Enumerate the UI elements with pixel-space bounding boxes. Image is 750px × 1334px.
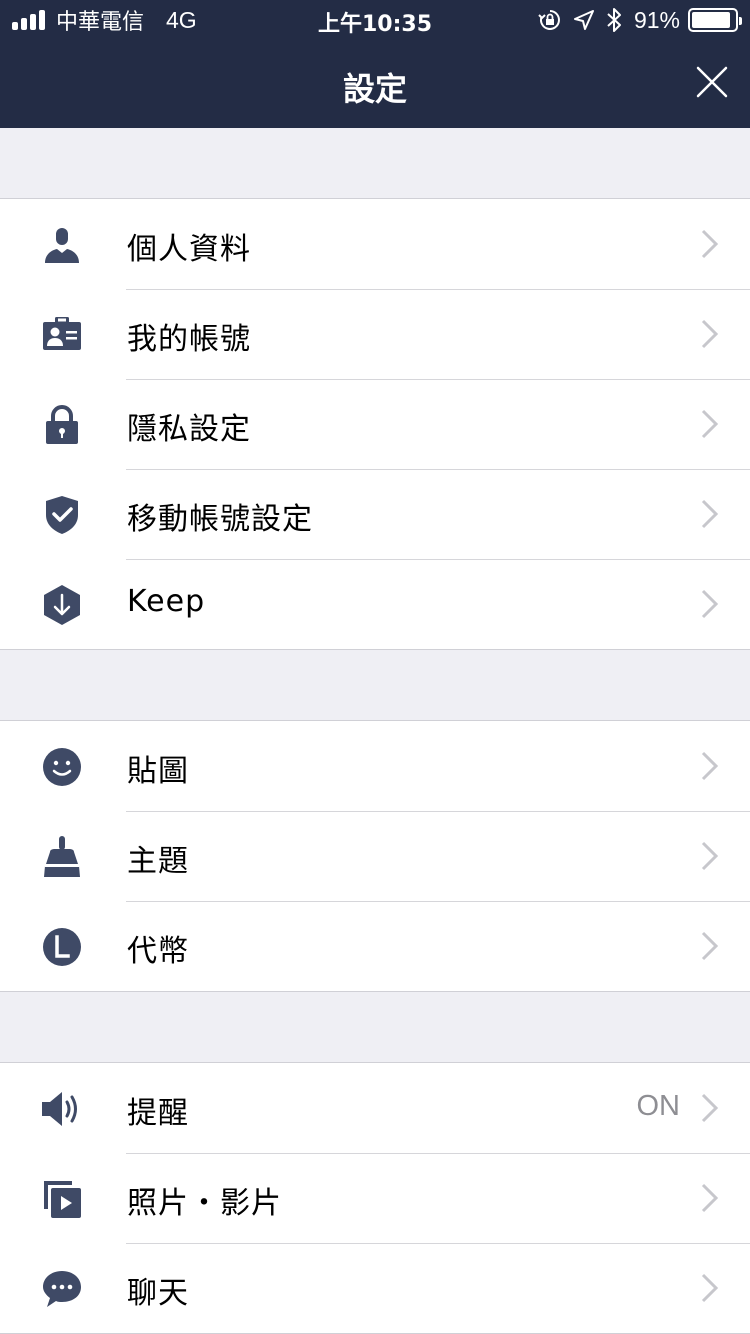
settings-item-photos-videos[interactable]: 照片・影片	[0, 1153, 750, 1243]
person-icon	[40, 223, 84, 267]
media-icon	[40, 1177, 84, 1221]
chevron-right-icon	[701, 841, 719, 871]
lock-icon	[40, 403, 84, 447]
chat-bubble-icon	[40, 1267, 84, 1311]
settings-item-label: 隱私設定	[127, 412, 251, 447]
settings-item-label: 提醒	[127, 1096, 189, 1131]
chevron-right-icon	[701, 1273, 719, 1303]
status-bar: 中華電信 4G 上午10:35 91%	[0, 0, 750, 40]
keep-hexagon-icon	[40, 583, 84, 627]
settings-item-label: 個人資料	[127, 232, 251, 267]
page-title: 設定	[342, 70, 407, 108]
settings-item-account[interactable]: 我的帳號	[0, 289, 750, 379]
settings-item-transfer-account[interactable]: 移動帳號設定	[0, 469, 750, 559]
shield-check-icon	[40, 493, 84, 537]
settings-section-general: 提醒 ON 照片・影片 聊天	[0, 1062, 750, 1334]
settings-item-privacy[interactable]: 隱私設定	[0, 379, 750, 469]
settings-item-stickers[interactable]: 貼圖	[0, 721, 750, 811]
brush-icon	[40, 835, 84, 879]
battery-fill	[692, 12, 731, 28]
settings-item-keep[interactable]: Keep	[0, 559, 750, 649]
coin-icon	[40, 925, 84, 969]
section-gap	[0, 128, 750, 198]
settings-item-label: 貼圖	[127, 754, 189, 789]
orientation-lock-icon	[538, 10, 560, 30]
settings-item-label: 我的帳號	[127, 322, 251, 357]
settings-item-label: 聊天	[127, 1276, 189, 1311]
nav-bar: 設定	[0, 40, 750, 128]
smiley-icon	[40, 745, 84, 789]
section-gap	[0, 992, 750, 1062]
bluetooth-icon	[607, 8, 621, 32]
status-right: 91%	[538, 6, 742, 34]
settings-section-account: 個人資料 我的帳號 隱私設定 移動帳號設定 Keep	[0, 198, 750, 650]
chevron-right-icon	[701, 589, 719, 619]
settings-item-label: 照片・影片	[127, 1186, 282, 1221]
settings-list: 個人資料 我的帳號 隱私設定 移動帳號設定 Keep 貼圖 主題 代幣 提醒 O…	[0, 128, 750, 1334]
settings-item-coins[interactable]: 代幣	[0, 901, 750, 991]
chevron-right-icon	[701, 499, 719, 529]
chevron-right-icon	[701, 1183, 719, 1213]
speaker-icon	[40, 1087, 84, 1131]
settings-item-label: 移動帳號設定	[127, 502, 313, 537]
settings-item-label: 主題	[127, 844, 189, 879]
battery-icon	[688, 8, 742, 32]
settings-item-notifications[interactable]: 提醒 ON	[0, 1063, 750, 1153]
chevron-right-icon	[701, 931, 719, 961]
chevron-right-icon	[701, 751, 719, 781]
chevron-right-icon	[701, 319, 719, 349]
id-card-icon	[40, 313, 84, 357]
settings-item-profile[interactable]: 個人資料	[0, 199, 750, 289]
settings-item-themes[interactable]: 主題	[0, 811, 750, 901]
chevron-right-icon	[701, 409, 719, 439]
settings-item-label: 代幣	[127, 934, 189, 969]
settings-item-label: Keep	[127, 584, 206, 619]
settings-section-shop: 貼圖 主題 代幣	[0, 720, 750, 992]
section-gap	[0, 650, 750, 720]
chevron-right-icon	[701, 229, 719, 259]
close-button[interactable]	[692, 62, 732, 102]
close-icon	[696, 66, 728, 98]
location-arrow-icon	[573, 10, 594, 30]
chevron-right-icon	[701, 1093, 719, 1123]
battery-percent: 91%	[633, 6, 680, 33]
settings-item-chats[interactable]: 聊天	[0, 1243, 750, 1333]
notifications-status-value: ON	[636, 1090, 681, 1122]
